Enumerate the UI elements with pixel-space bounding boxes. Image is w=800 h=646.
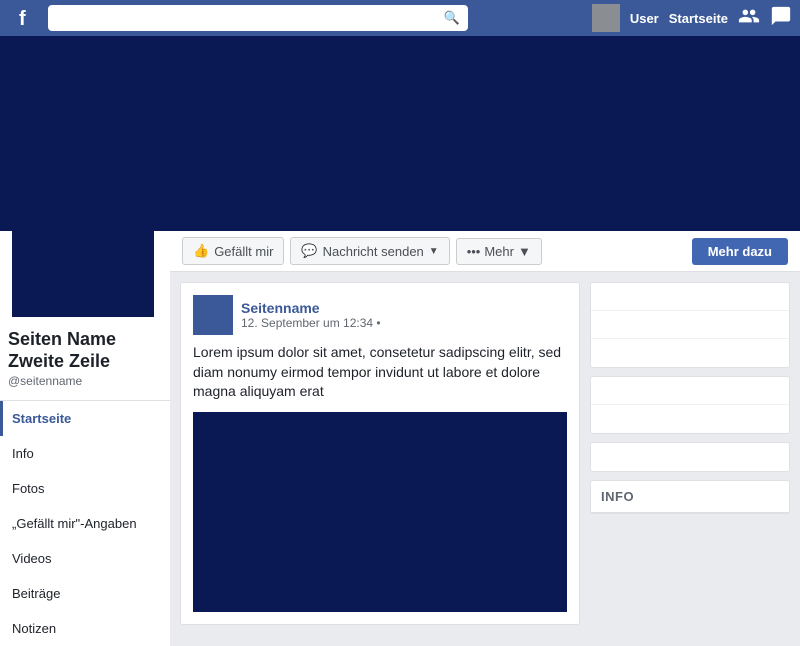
sidebar-line (591, 405, 789, 433)
search-bar[interactable]: 🔍 (48, 5, 468, 31)
message-button[interactable]: 💬 Nachricht senden ▼ (290, 237, 449, 265)
main-wrapper: Seiten Name Zweite Zeile @seitenname Sta… (0, 36, 800, 646)
message-icon: 💬 (301, 243, 317, 259)
avatar (592, 4, 620, 32)
posts-right-sidebar: INFO (590, 282, 790, 625)
search-icon: 🔍 (444, 10, 460, 26)
sidebar-item-fotos[interactable]: Fotos (0, 471, 170, 506)
sidebar-item-notizen[interactable]: Notizen (0, 611, 170, 646)
message-arrow-icon: ▼ (429, 246, 439, 257)
like-button[interactable]: 👍 Gefällt mir (182, 237, 284, 265)
nav-right: User Startseite (592, 4, 792, 32)
sidebar-item-beitraege[interactable]: Beiträge (0, 576, 170, 611)
chat-icon[interactable] (770, 5, 792, 32)
post-date: 12. September um 12:34 • (241, 316, 381, 330)
facebook-logo: f (8, 0, 44, 36)
sidebar-navigation: Startseite Info Fotos „Gefällt mir"-Anga… (0, 400, 170, 646)
post-meta: Seitenname 12. September um 12:34 • (241, 300, 381, 330)
friends-icon[interactable] (738, 5, 760, 32)
info-block: INFO (590, 480, 790, 514)
more-arrow-icon: ▼ (518, 244, 531, 259)
page-layout: Seiten Name Zweite Zeile @seitenname Sta… (0, 231, 800, 646)
content-area: 👍 Gefällt mir 💬 Nachricht senden ▼ ••• M… (170, 231, 800, 646)
sidebar-block-2 (590, 376, 790, 434)
svg-text:f: f (19, 8, 26, 30)
info-header: INFO (591, 481, 789, 513)
more-button[interactable]: ••• Mehr ▼ (456, 238, 542, 265)
sidebar-line (591, 311, 789, 339)
like-label: Gefällt mir (214, 244, 273, 259)
action-bar: 👍 Gefällt mir 💬 Nachricht senden ▼ ••• M… (170, 231, 800, 272)
mehr-dazu-button[interactable]: Mehr dazu (692, 238, 788, 265)
post-image (193, 412, 567, 612)
sidebar-line (591, 377, 789, 405)
sidebar-line (591, 443, 789, 471)
sidebar-item-videos[interactable]: Videos (0, 541, 170, 576)
username-link[interactable]: User (630, 11, 659, 26)
sidebar-line (591, 283, 789, 311)
page-handle: @seitenname (0, 374, 170, 396)
cover-photo (0, 36, 800, 231)
post-header: Seitenname 12. September um 12:34 • (193, 295, 567, 335)
post-author-avatar (193, 295, 233, 335)
posts-area: Seitenname 12. September um 12:34 • Lore… (170, 272, 800, 635)
left-sidebar: Seiten Name Zweite Zeile @seitenname Sta… (0, 231, 170, 646)
page-name-line2: Zweite Zeile (8, 351, 162, 373)
page-name: Seiten Name Zweite Zeile (0, 321, 170, 374)
sidebar-block-3 (590, 442, 790, 472)
post-author-name[interactable]: Seitenname (241, 300, 381, 316)
post-card: Seitenname 12. September um 12:34 • Lore… (180, 282, 580, 625)
search-input[interactable] (56, 11, 444, 26)
message-label: Nachricht senden (323, 244, 424, 259)
sidebar-block-1 (590, 282, 790, 368)
more-label: Mehr (484, 244, 514, 259)
posts-main: Seitenname 12. September um 12:34 • Lore… (180, 282, 580, 625)
sidebar-item-startseite[interactable]: Startseite (0, 401, 170, 436)
post-text: Lorem ipsum dolor sit amet, consetetur s… (193, 343, 567, 402)
top-navigation: f 🔍 User Startseite (0, 0, 800, 36)
home-link[interactable]: Startseite (669, 11, 728, 26)
like-icon: 👍 (193, 243, 209, 259)
sidebar-item-info[interactable]: Info (0, 436, 170, 471)
sidebar-item-likes[interactable]: „Gefällt mir"-Angaben (0, 506, 170, 541)
page-name-line1: Seiten Name (8, 329, 162, 351)
sidebar-line (591, 339, 789, 367)
dots-icon: ••• (467, 244, 481, 259)
